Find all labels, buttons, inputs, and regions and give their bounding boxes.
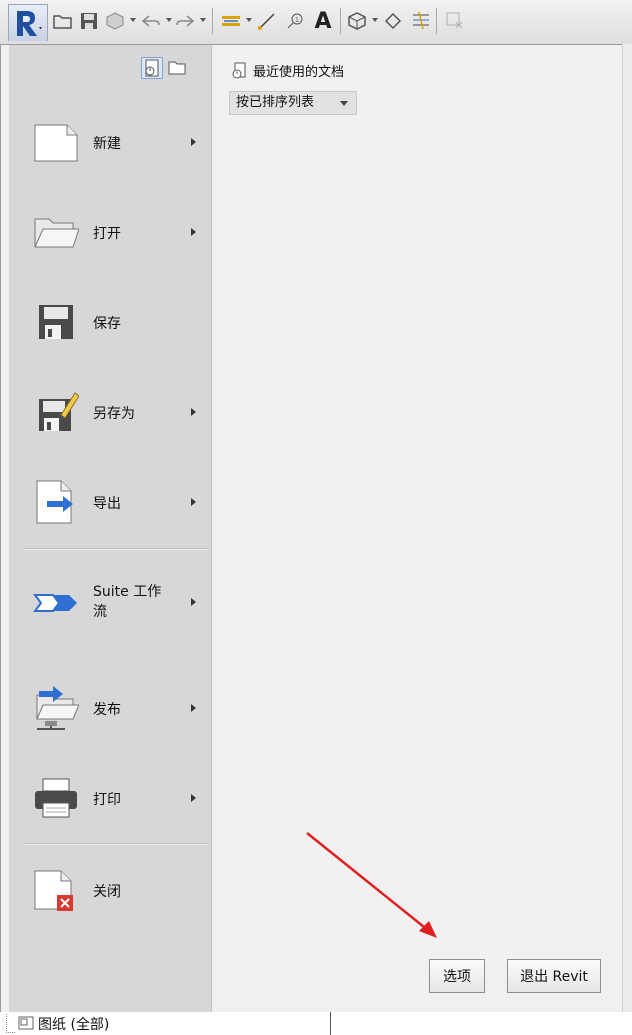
submenu-arrow-icon — [191, 138, 196, 146]
recent-documents-toggle[interactable] — [141, 57, 163, 79]
menu-item-publish[interactable]: 发布 — [19, 673, 209, 743]
svg-text:1: 1 — [295, 17, 299, 24]
redo-icon[interactable] — [174, 10, 196, 32]
thin-lines-icon[interactable] — [410, 10, 432, 32]
menu-item-label: 关闭 — [93, 884, 121, 900]
menu-item-export[interactable]: 导出 — [19, 467, 209, 537]
sheets-label: 图纸 (全部) — [38, 1017, 110, 1033]
suite-workflow-icon — [33, 594, 77, 612]
menu-divider — [23, 843, 209, 845]
open-folder-icon — [34, 218, 79, 248]
chevron-down-icon — [340, 101, 348, 106]
tag-icon[interactable]: 1 — [284, 10, 306, 32]
menu-item-save-as[interactable]: 另存为 — [19, 377, 209, 447]
menu-item-new[interactable]: 新建 — [19, 107, 209, 177]
menu-item-open[interactable]: 打开 — [19, 197, 209, 267]
submenu-arrow-icon — [191, 704, 196, 712]
measure-icon[interactable] — [220, 10, 242, 32]
sort-order-dropdown[interactable]: 按已排序列表 — [229, 91, 357, 115]
save-icon[interactable] — [78, 10, 100, 32]
annotation-arrow — [306, 832, 437, 938]
recent-documents-icon — [232, 62, 246, 78]
recent-documents-header: 最近使用的文档 — [231, 61, 344, 80]
sort-order-value: 按已排序列表 — [236, 95, 315, 110]
menu-item-save[interactable]: 保存 — [19, 287, 209, 357]
open-documents-toggle[interactable] — [167, 57, 189, 79]
sheets-icon — [18, 1016, 34, 1030]
printer-icon — [35, 778, 77, 818]
exit-revit-button[interactable]: 退出 Revit — [507, 959, 601, 993]
menu-item-suite-workflows[interactable]: Suite 工作 流 — [19, 567, 209, 637]
save-icon — [39, 305, 73, 339]
open-folder-icon[interactable] — [52, 10, 74, 32]
3d-view-icon[interactable] — [346, 10, 368, 32]
export-icon — [36, 480, 73, 524]
application-menu: 新建 打开 保存 另存为 导出 Suite 工作 流 发布 打印 关闭 最近使用… — [0, 44, 624, 1014]
menu-item-print[interactable]: 打印 — [19, 763, 209, 833]
submenu-arrow-icon — [191, 794, 196, 802]
recent-documents-pane: 最近使用的文档 按已排序列表 — [217, 45, 619, 963]
options-button-label: 选项 — [443, 969, 471, 985]
menu-item-label: 打印 — [93, 792, 121, 808]
new-document-icon — [34, 124, 78, 162]
tree-connector — [6, 1014, 15, 1033]
menu-divider — [23, 548, 209, 550]
quick-access-toolbar: 1 A — [0, 0, 632, 45]
options-button[interactable]: 选项 — [429, 959, 485, 993]
submenu-arrow-icon — [191, 408, 196, 416]
project-browser-row[interactable]: 图纸 (全部) — [0, 1012, 632, 1035]
revit-app-icon — [17, 11, 42, 36]
application-menu-commands: 新建 打开 保存 另存为 导出 Suite 工作 流 发布 打印 关闭 — [9, 45, 212, 1013]
submenu-arrow-icon — [191, 598, 196, 606]
menu-item-label: Suite 工作 — [93, 584, 162, 600]
save-as-icon — [39, 392, 79, 431]
menu-item-close[interactable]: 关闭 — [19, 855, 209, 925]
section-icon[interactable] — [382, 10, 404, 32]
menu-item-label: 导出 — [93, 496, 121, 512]
close-hidden-icon[interactable] — [444, 10, 466, 32]
sync-icon[interactable] — [104, 10, 126, 32]
recent-documents-title: 最近使用的文档 — [253, 65, 345, 80]
submenu-arrow-icon — [191, 498, 196, 506]
publish-icon — [36, 686, 79, 730]
close-document-icon — [34, 870, 73, 911]
menu-item-label: 打开 — [93, 226, 121, 242]
menu-item-label: 保存 — [93, 316, 121, 332]
menu-item-label: 新建 — [93, 136, 121, 152]
menu-item-label-line2: 流 — [93, 604, 107, 620]
undo-icon[interactable] — [140, 10, 162, 32]
menu-item-label: 发布 — [93, 702, 121, 718]
background-panel-edge — [622, 44, 632, 1012]
application-menu-button[interactable] — [8, 4, 48, 41]
submenu-arrow-icon — [191, 228, 196, 236]
panel-divider — [330, 1012, 331, 1035]
exit-revit-button-label: 退出 Revit — [520, 969, 588, 985]
dimension-icon[interactable] — [256, 10, 278, 32]
menu-item-label: 另存为 — [93, 406, 135, 422]
text-icon[interactable]: A — [312, 9, 334, 34]
